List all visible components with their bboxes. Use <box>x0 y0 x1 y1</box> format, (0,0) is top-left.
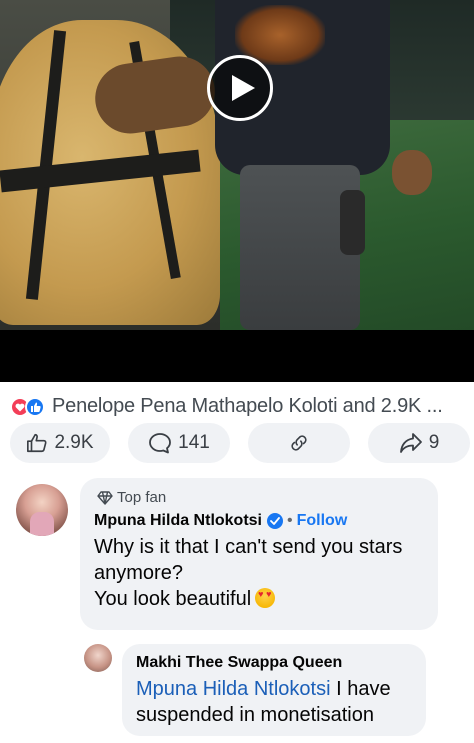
comment-icon <box>149 433 172 454</box>
share-count: 9 <box>428 432 440 453</box>
comment-text: Why is it that I can't send you stars an… <box>94 534 424 612</box>
top-fan-label: Top fan <box>117 489 167 506</box>
follow-button[interactable]: Follow <box>297 512 348 530</box>
comment-text-line: You look beautiful <box>94 586 424 612</box>
play-button[interactable] <box>207 55 273 121</box>
like-button[interactable]: 2.9K <box>10 423 110 463</box>
share-icon <box>399 433 422 453</box>
video-person-leg <box>340 190 365 255</box>
comment-count: 141 <box>178 432 210 453</box>
post-actions: 2.9K 141 9 <box>10 423 470 465</box>
comment-button[interactable]: 141 <box>128 423 230 463</box>
reactions-summary[interactable]: Penelope Pena Mathapelo Koloti and 2.9K … <box>10 393 470 419</box>
heart-eyes-emoji-icon <box>255 588 276 608</box>
thumbs-up-icon <box>27 433 47 453</box>
like-count: 2.9K <box>54 432 94 453</box>
reply-mention-link[interactable]: Mpuna Hilda Ntlokotsi <box>136 678 331 700</box>
like-reaction-icon <box>25 397 45 417</box>
reply-text: Mpuna Hilda Ntlokotsi I have suspended i… <box>136 676 412 728</box>
reply-author[interactable]: Makhi Thee Swappa Queen <box>136 654 412 672</box>
comment-author-row: Mpuna Hilda Ntlokotsi • Follow <box>94 512 424 530</box>
reply-bubble: Makhi Thee Swappa Queen Mpuna Hilda Ntlo… <box>122 644 426 736</box>
separator-dot: • <box>287 512 293 529</box>
play-icon <box>231 75 255 101</box>
comment-author[interactable]: Mpuna Hilda Ntlokotsi <box>94 512 262 530</box>
video-person-hand <box>392 150 432 195</box>
copy-link-button[interactable] <box>248 423 350 463</box>
comment-text-content: You look beautiful <box>94 588 252 610</box>
verified-badge-icon <box>267 513 283 529</box>
video-letterbox <box>0 330 474 382</box>
reactors-summary-text[interactable]: Penelope Pena Mathapelo Koloti and 2.9K … <box>52 395 443 418</box>
comment-bubble: Top fan Mpuna Hilda Ntlokotsi • Follow W… <box>80 478 438 630</box>
reaction-icons <box>10 395 50 417</box>
link-icon <box>291 435 307 451</box>
avatar[interactable] <box>16 484 68 536</box>
reply-avatar[interactable] <box>84 644 112 672</box>
diamond-icon <box>97 490 113 505</box>
top-fan-badge: Top fan <box>97 489 424 506</box>
video-player[interactable] <box>0 0 474 330</box>
comment-text-line: Why is it that I can't send you stars an… <box>94 536 403 584</box>
share-button[interactable]: 9 <box>368 423 470 463</box>
